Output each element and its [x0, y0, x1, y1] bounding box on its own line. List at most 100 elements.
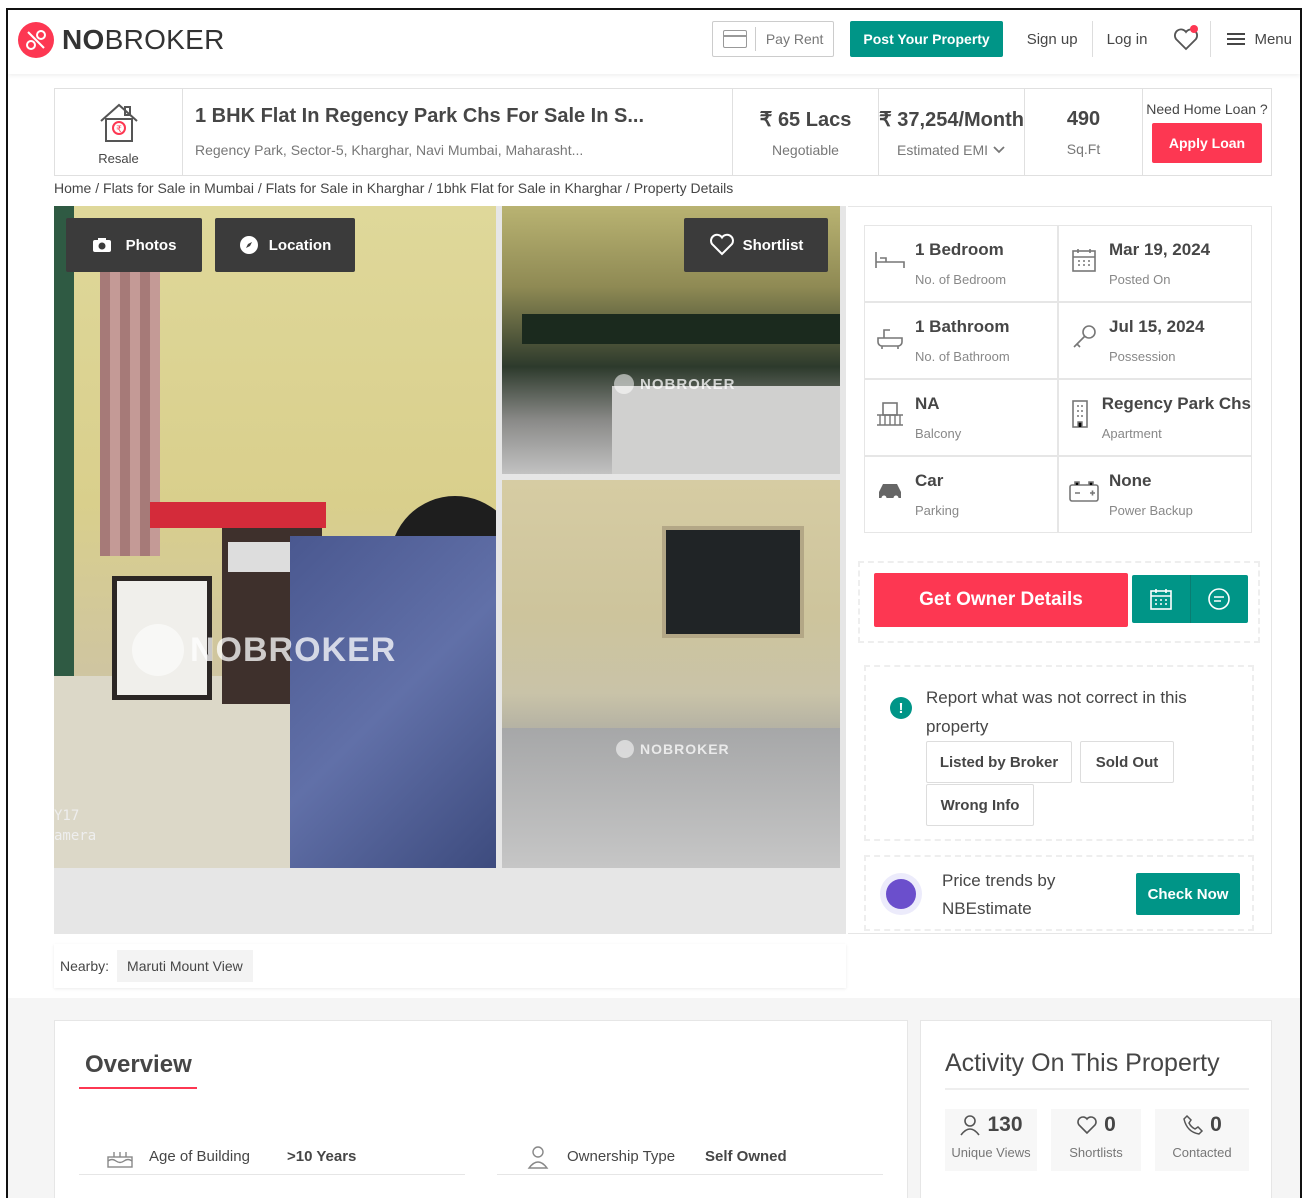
overview-value: Self Owned: [705, 1148, 787, 1165]
emi-cell[interactable]: ₹ 37,254/Month Estimated EMI: [879, 89, 1025, 175]
camera-text: Y17 amera: [54, 806, 96, 846]
hamburger-icon: [1227, 33, 1246, 45]
get-owner-details-button[interactable]: Get Owner Details: [874, 573, 1128, 627]
activity-value: 0: [1104, 1113, 1116, 1136]
user-icon: [960, 1115, 981, 1136]
battery-icon: [1067, 477, 1101, 505]
logo-icon: [18, 22, 54, 58]
shortlist-label: Shortlist: [742, 236, 804, 254]
floor-decor: [612, 386, 840, 474]
camera-text-line-2: amera: [54, 828, 97, 844]
log-in-link[interactable]: Log in: [1093, 21, 1162, 57]
details-panel: 1 Bedroom No. of Bedroom Mar 19, 2024 Post…: [848, 206, 1272, 934]
property-address: Regency Park, Sector-5, Kharghar, Navi M…: [195, 142, 584, 158]
emi-label-row: Estimated EMI: [897, 142, 1006, 158]
spec-label: No. of Bedroom: [915, 272, 1007, 287]
sign-up-link[interactable]: Sign up: [1013, 21, 1093, 57]
schedule-visit-button[interactable]: [1132, 575, 1191, 623]
price-value: ₹ 65 Lacs: [759, 108, 852, 131]
camera-icon: [92, 238, 111, 252]
overview-title: Overview: [85, 1051, 192, 1078]
balcony-icon: [873, 400, 907, 428]
chevron-down-icon: [993, 145, 1005, 153]
property-title-block: 1 BHK Flat In Regency Park Chs For Sale …: [183, 89, 733, 175]
nearby-label: Nearby:: [60, 958, 110, 974]
svg-text:₹: ₹: [116, 124, 122, 134]
heart-icon: [709, 233, 734, 256]
watermark: NOBROKER: [132, 624, 396, 676]
overview-underline: [79, 1087, 197, 1089]
pay-rent-button[interactable]: Pay Rent: [711, 21, 835, 57]
price-trends-text: Price trends by NBEstimate: [942, 867, 1055, 923]
nobroker-logo[interactable]: NOBROKER: [18, 22, 225, 58]
activity-value: 0: [1210, 1113, 1222, 1136]
shortlist-button[interactable]: Shortlist: [684, 218, 828, 272]
price-trends-box: Price trends by NBEstimate Check Now: [864, 855, 1254, 931]
spec-label: Posted On: [1109, 272, 1171, 287]
property-title: 1 BHK Flat In Regency Park Chs For Sale …: [195, 105, 645, 127]
check-now-button[interactable]: Check Now: [1136, 873, 1240, 915]
report-sold-out[interactable]: Sold Out: [1080, 741, 1174, 783]
activity-label: Contacted: [1172, 1145, 1232, 1160]
activity-value: 130: [987, 1113, 1023, 1136]
report-box: ! Report what was not correct in this pr…: [864, 665, 1254, 841]
watermark-icon: [132, 624, 184, 676]
spec-value: None: [1109, 471, 1152, 490]
property-header: ₹ Resale 1 BHK Flat In Regency Park Chs …: [54, 88, 1272, 176]
photos-button[interactable]: Photos: [66, 218, 202, 272]
report-wrong-info[interactable]: Wrong Info: [926, 784, 1034, 826]
phone-icon: [1183, 1114, 1204, 1135]
alert-icon: !: [890, 697, 912, 719]
logo-text: NOBROKER: [62, 24, 225, 55]
chart-icon: [880, 873, 922, 915]
building-icon: [1067, 400, 1094, 428]
nav-actions: Pay Rent Post Your Property Sign up Log …: [711, 20, 1300, 58]
window-decor: [662, 526, 804, 638]
overview-row-ownership: Ownership Type Self Owned: [497, 1139, 883, 1175]
page-frame: NOBROKER Pay Rent Post Your Property Sig…: [6, 8, 1302, 1198]
nearby-place-tag[interactable]: Maruti Mount View: [117, 950, 253, 982]
living-room-photo[interactable]: NOBROKER: [502, 480, 840, 868]
compass-icon: [239, 236, 258, 254]
spec-parking: Car Parking: [864, 456, 1058, 533]
menu-button[interactable]: Menu: [1211, 31, 1300, 48]
breadcrumb[interactable]: Home / Flats for Sale in Mumbai / Flats …: [54, 180, 733, 196]
calendar-icon: [1067, 246, 1101, 274]
overview-label: Ownership Type: [567, 1148, 676, 1165]
spec-balcony: NA Balcony: [864, 379, 1058, 456]
price-cell: ₹ 65 Lacs Negotiable: [733, 89, 879, 175]
pay-rent-label: Pay Rent: [765, 31, 824, 47]
report-listed-by-broker[interactable]: Listed by Broker: [926, 741, 1072, 783]
activity-card: Activity On This Property 130 Unique Vie…: [920, 1020, 1272, 1198]
bathtub-icon: [873, 323, 907, 351]
trends-line-2: NBEstimate: [942, 899, 1032, 918]
trends-line-1: Price trends by: [942, 871, 1056, 890]
location-button[interactable]: Location: [215, 218, 355, 272]
owner-actions-group: [1132, 575, 1248, 623]
heart-icon: [1077, 1116, 1097, 1135]
shortlist-nav-button[interactable]: [1161, 21, 1212, 57]
main-photo[interactable]: NOBROKER Y17 amera: [54, 206, 496, 868]
watermark-icon: [614, 374, 634, 394]
activity-contacted: 0 Contacted: [1155, 1109, 1249, 1171]
spec-label: Parking: [915, 503, 960, 518]
spec-value: NA: [915, 394, 940, 413]
drawer-decor: [228, 542, 298, 572]
price-note: Negotiable: [772, 141, 839, 158]
spec-label: No. of Bathroom: [915, 349, 1010, 364]
spec-power-backup: None Power Backup: [1058, 456, 1252, 533]
spec-value: Regency Park Chs: [1101, 394, 1251, 413]
apply-loan-button[interactable]: Apply Loan: [1152, 123, 1262, 163]
watermark-text: NOBROKER: [190, 630, 397, 669]
chat-button[interactable]: [1191, 575, 1249, 623]
watermark-text: NOBROKER: [640, 375, 736, 393]
calendar-icon: [1149, 589, 1172, 610]
spec-label: Balcony: [915, 426, 962, 441]
report-text: Report what was not correct in this prop…: [926, 688, 1187, 736]
watermark: NOBROKER: [614, 374, 736, 394]
post-property-button[interactable]: Post Your Property: [850, 21, 1003, 57]
top-navbar: NOBROKER Pay Rent Post Your Property Sig…: [8, 10, 1300, 74]
spec-posted-on: Mar 19, 2024 Posted On: [1058, 225, 1252, 302]
spec-label: Possession: [1109, 349, 1176, 364]
spec-value: Mar 19, 2024: [1109, 240, 1211, 259]
